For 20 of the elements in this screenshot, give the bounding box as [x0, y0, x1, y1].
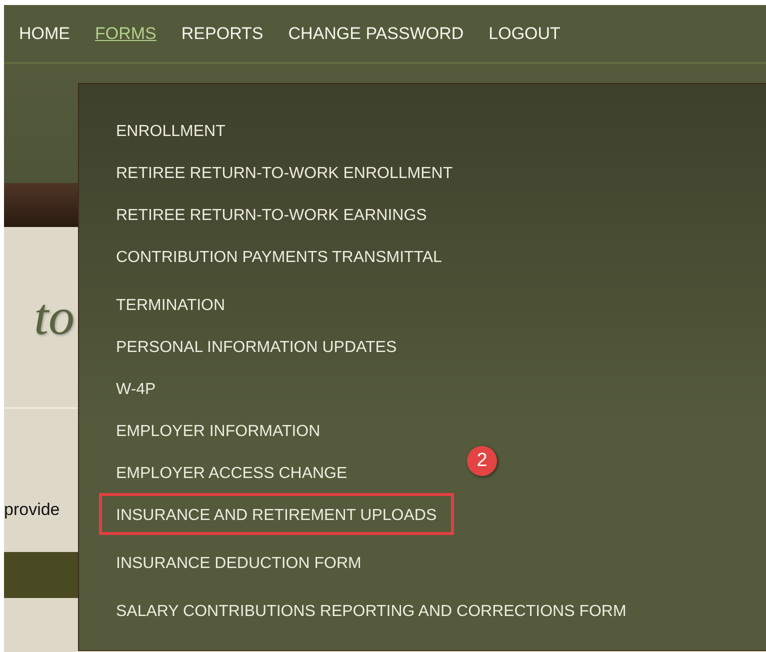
menu-item[interactable]: INSURANCE DEDUCTION FORM [99, 541, 378, 583]
menu-item[interactable]: TERMINATION [99, 283, 242, 325]
menu-item[interactable]: CONTRIBUTION PAYMENTS TRANSMITTAL [99, 235, 459, 277]
page-heading: to [34, 288, 74, 346]
menu-item[interactable]: EMPLOYER ACCESS CHANGE [99, 451, 364, 493]
menu-item[interactable]: W-4P [99, 367, 173, 409]
menu-item[interactable]: RETIREE RETURN-TO-WORK ENROLLMENT [99, 151, 470, 193]
nav-link[interactable]: REPORTS [181, 24, 264, 44]
menu-item[interactable]: INSURANCE AND RETIREMENT UPLOADS [99, 493, 454, 535]
step-badge: 2 [467, 446, 497, 476]
menu-item[interactable]: SALARY CONTRIBUTIONS REPORTING AND CORRECTIONS FORM [99, 589, 644, 631]
menu-item[interactable]: RETIREE RETURN-TO-WORK EARNINGS [99, 193, 444, 235]
menu-item[interactable]: PERSONAL INFORMATION UPDATES [99, 325, 414, 367]
nav-link[interactable]: CHANGE PASSWORD [288, 24, 464, 44]
nav-link[interactable]: FORMS [95, 24, 156, 44]
menu-item[interactable]: ENROLLMENT [99, 109, 242, 151]
page-text: provide [4, 500, 60, 520]
nav-link[interactable]: HOME [19, 24, 70, 44]
menu-item[interactable]: EMPLOYER INFORMATION [99, 409, 338, 451]
nav-link[interactable]: LOGOUT [488, 24, 560, 44]
